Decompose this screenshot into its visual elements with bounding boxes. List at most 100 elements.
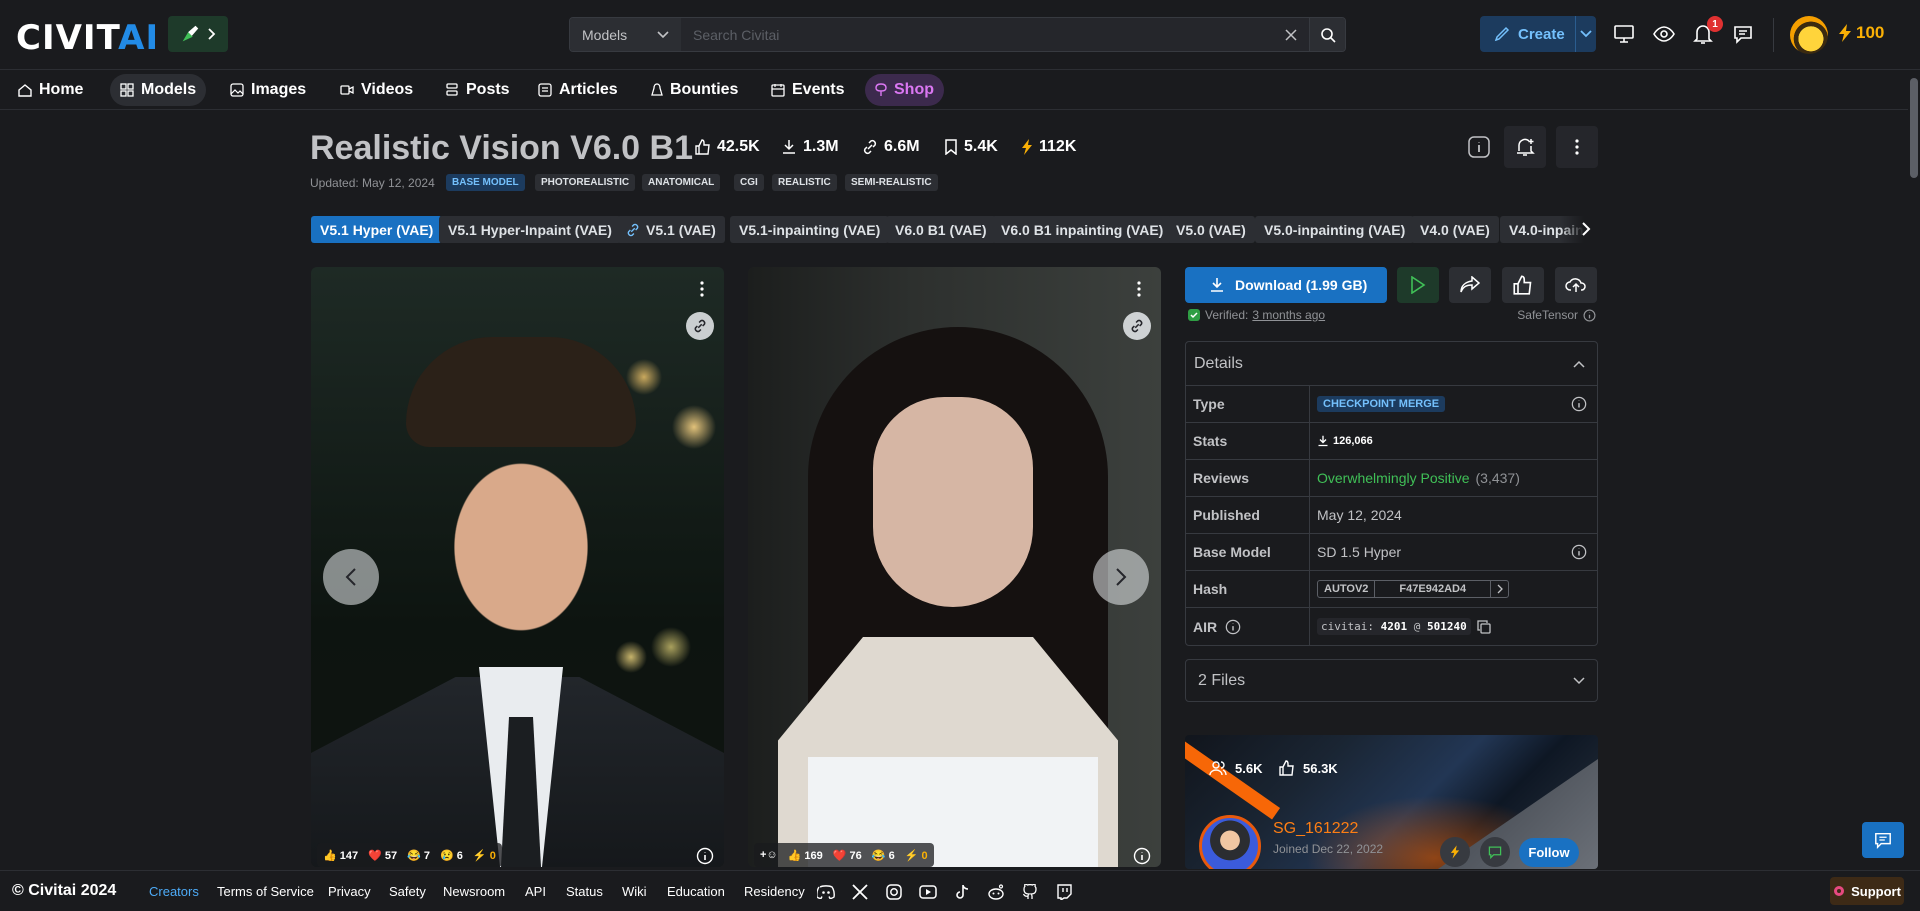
create-button[interactable]: Create (1480, 16, 1596, 52)
heart-reaction[interactable]: ❤️ 76 (833, 849, 862, 862)
scrollbar-thumb[interactable] (1910, 78, 1918, 178)
info-icon[interactable] (1583, 309, 1596, 322)
laugh-reaction[interactable]: 😂 6 (872, 849, 895, 862)
footer-link-newsroom[interactable]: Newsroom (443, 884, 505, 899)
laugh-reaction[interactable]: 😂 7 (407, 849, 430, 862)
tag-realistic[interactable]: REALISTIC (772, 174, 837, 191)
buzz-stat[interactable]: 112K (1021, 138, 1076, 156)
hash-next-button[interactable] (1490, 581, 1508, 597)
info-icon[interactable] (1571, 544, 1587, 560)
x-twitter-icon[interactable] (851, 883, 869, 901)
page-scrollbar[interactable] (1908, 70, 1920, 870)
tip-buzz-button[interactable] (1440, 837, 1470, 867)
carousel-next-button[interactable] (1093, 549, 1149, 605)
hash-box[interactable]: AUTOV2 F47E942AD4 (1317, 580, 1510, 598)
buzz-balance[interactable]: 100 (1838, 23, 1884, 43)
nav-images[interactable]: Images (220, 74, 316, 106)
follow-button[interactable]: Follow (1519, 838, 1579, 867)
footer-link-status[interactable]: Status (566, 884, 603, 899)
search-scope-select[interactable]: Models (570, 18, 681, 51)
footer-link-privacy[interactable]: Privacy (328, 884, 371, 899)
chat-fab-button[interactable] (1862, 822, 1904, 858)
bookmarks-stat[interactable]: 5.4K (944, 138, 998, 156)
footer-link-residency[interactable]: Residency (744, 884, 805, 899)
youtube-icon[interactable] (919, 883, 937, 901)
image-reactions[interactable]: +☺ 👍 169 ❤️ 76 😂 6 ⚡ 0 (754, 843, 934, 867)
info-icon[interactable] (1225, 619, 1241, 635)
files-accordion[interactable]: 2 Files (1185, 659, 1598, 702)
remix-link-button[interactable] (686, 312, 714, 340)
clear-search-button[interactable] (1273, 18, 1309, 51)
user-avatar[interactable] (1790, 16, 1828, 54)
content-filter-button[interactable] (1650, 20, 1678, 48)
notify-button[interactable] (1504, 126, 1546, 168)
run-model-button[interactable] (1397, 267, 1439, 303)
image-menu-button[interactable] (1127, 277, 1151, 301)
creator-name[interactable]: SG_161222 (1273, 820, 1358, 838)
nav-shop[interactable]: Shop (865, 74, 944, 106)
like-reaction[interactable]: 👍 169 (788, 849, 823, 862)
carousel-prev-button[interactable] (323, 549, 379, 605)
nav-events[interactable]: Events (761, 74, 854, 106)
github-icon[interactable] (1021, 883, 1039, 901)
app-switcher-button[interactable] (168, 16, 228, 52)
image-menu-button[interactable] (690, 277, 714, 301)
tag-photorealistic[interactable]: PHOTOREALISTIC (535, 174, 636, 191)
share-button[interactable] (1449, 267, 1491, 303)
creator-avatar[interactable] (1199, 815, 1261, 869)
buzz-reaction[interactable]: ⚡ 0 (473, 849, 496, 862)
like-reaction[interactable]: 👍 147 (323, 849, 358, 862)
create-menu-toggle[interactable] (1576, 30, 1596, 38)
search-button[interactable] (1309, 18, 1345, 51)
chat-button[interactable] (1729, 20, 1757, 48)
instagram-icon[interactable] (885, 883, 903, 901)
support-button[interactable]: Support (1830, 877, 1904, 905)
remix-link-button[interactable] (1123, 312, 1151, 340)
version-tab[interactable]: V5.1 Hyper (VAE) (311, 216, 443, 243)
download-button[interactable]: Download (1.99 GB) (1185, 267, 1387, 303)
nav-videos[interactable]: Videos (330, 74, 423, 106)
image-reactions[interactable]: 👍 147 ❤️ 57 😂 7 😢 6 ⚡ 0 (317, 843, 502, 867)
more-options-button[interactable] (1556, 126, 1598, 168)
nav-home[interactable]: Home (8, 74, 93, 106)
nav-bounties[interactable]: Bounties (641, 74, 748, 106)
buzz-reaction[interactable]: ⚡ 0 (905, 849, 928, 862)
details-header[interactable]: Details (1186, 342, 1597, 386)
discord-icon[interactable] (817, 883, 835, 901)
reviews-summary[interactable]: Overwhelmingly Positive (1317, 470, 1470, 486)
twitch-icon[interactable] (1055, 883, 1073, 901)
verified-time[interactable]: 3 months ago (1252, 308, 1325, 322)
image-info-button[interactable] (1131, 845, 1153, 867)
footer-link-creators[interactable]: Creators (149, 884, 199, 899)
footer-link-api[interactable]: API (525, 884, 546, 899)
tiktok-icon[interactable] (953, 883, 971, 901)
version-tab[interactable]: V6.0 B1 inpainting (VAE) (992, 216, 1173, 243)
tag-cgi[interactable]: CGI (734, 174, 764, 191)
image-info-button[interactable] (694, 845, 716, 867)
likes-stat[interactable]: 42.5K (695, 138, 760, 156)
footer-link-safety[interactable]: Safety (389, 884, 426, 899)
add-to-collection-button[interactable] (1555, 267, 1597, 303)
version-tab[interactable]: V5.1 (VAE) (617, 216, 725, 243)
add-reaction-button[interactable]: +☺ (760, 849, 778, 861)
version-tab[interactable]: V6.0 B1 (VAE) (886, 216, 996, 243)
version-tab[interactable]: V4.0 (VAE) (1411, 216, 1499, 243)
version-tab[interactable]: V5.1-inpainting (VAE) (730, 216, 890, 243)
version-tab[interactable]: V5.1 Hyper-Inpaint (VAE) (439, 216, 621, 243)
like-button[interactable] (1502, 267, 1544, 303)
cry-reaction[interactable]: 😢 6 (440, 849, 463, 862)
info-icon[interactable] (1571, 396, 1587, 412)
studio-button[interactable] (1610, 20, 1638, 48)
search-input[interactable] (681, 18, 1273, 51)
row-value[interactable]: Overwhelmingly Positive (3,437) (1310, 460, 1597, 496)
tag-base-model[interactable]: BASE MODEL (446, 174, 525, 191)
civitai-logo[interactable]: CIVITAI (16, 18, 159, 58)
footer-link-education[interactable]: Education (667, 884, 725, 899)
version-scroll-right-button[interactable] (1575, 218, 1597, 240)
nav-articles[interactable]: Articles (528, 74, 628, 106)
tag-semi-realistic[interactable]: SEMI-REALISTIC (845, 174, 938, 191)
version-tab[interactable]: V5.0-inpainting (VAE) (1255, 216, 1415, 243)
nav-posts[interactable]: Posts (435, 74, 520, 106)
footer-link-wiki[interactable]: Wiki (622, 884, 647, 899)
version-tab[interactable]: V5.0 (VAE) (1167, 216, 1255, 243)
